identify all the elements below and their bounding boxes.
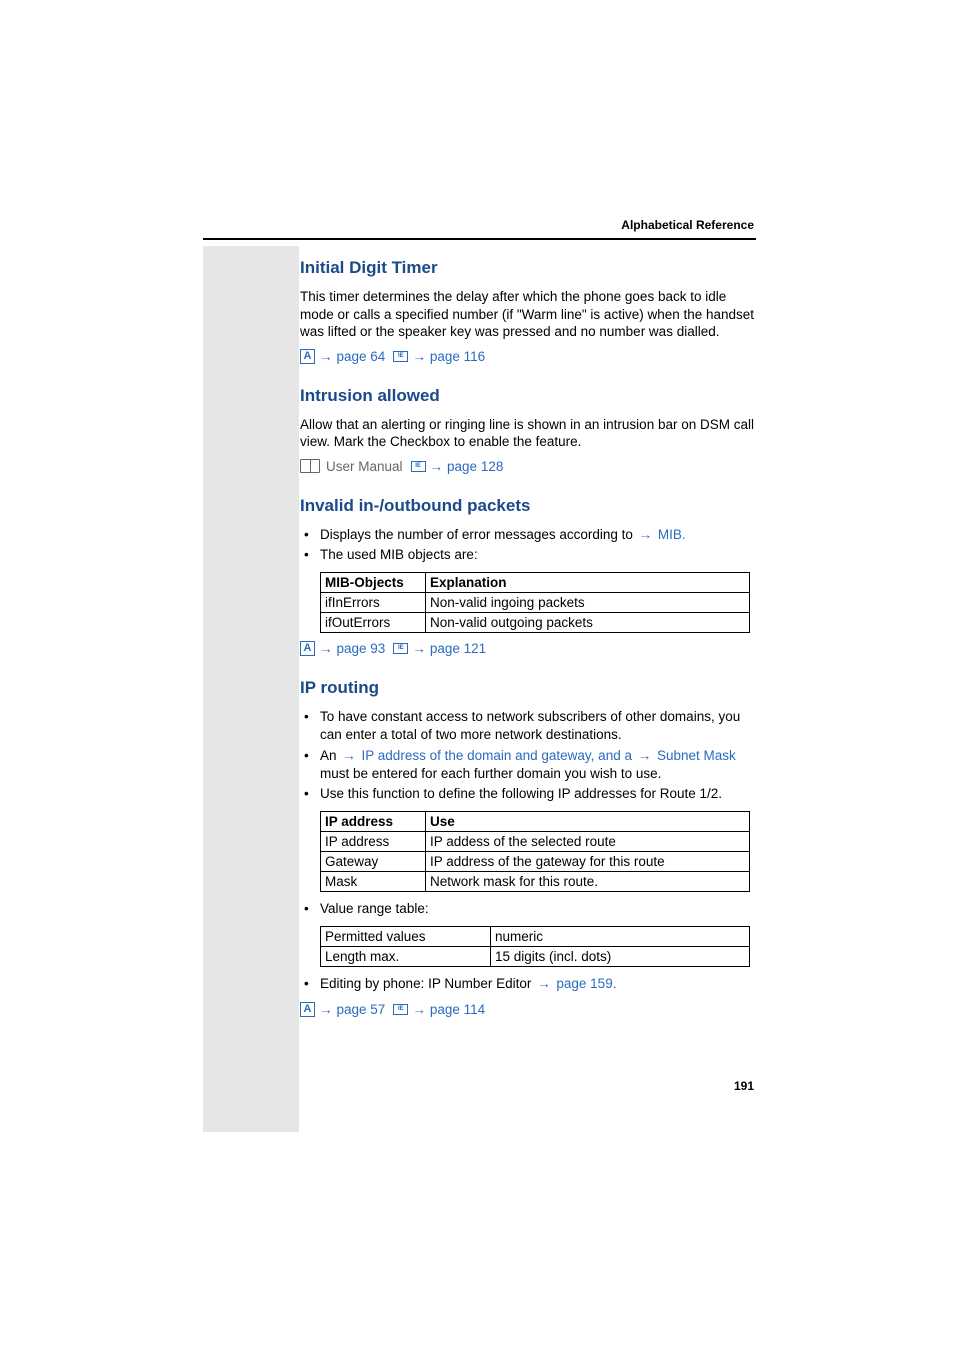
heading-invalid-packets: Invalid in-/outbound packets <box>300 496 755 516</box>
table-cell: 15 digits (incl. dots) <box>491 947 750 967</box>
web-icon: IE <box>393 351 408 362</box>
link-page-159[interactable]: page 159. <box>556 976 616 991</box>
user-manual-label: User Manual <box>322 459 403 474</box>
table-cell: IP address of the gateway for this route <box>426 852 750 872</box>
sidebar-background <box>203 246 299 1132</box>
table-cell: numeric <box>491 927 750 947</box>
link-mib[interactable]: MIB. <box>658 527 686 542</box>
table-header: IP address <box>321 812 426 832</box>
arrow-icon: → <box>410 349 428 364</box>
text: must be entered for each further domain … <box>320 766 661 781</box>
list-item: Displays the number of error messages ac… <box>300 526 755 544</box>
web-icon: IE <box>393 1004 408 1015</box>
table-cell: Length max. <box>321 947 491 967</box>
link-page-114[interactable]: page 114 <box>430 1002 485 1017</box>
table-cell: Mask <box>321 872 426 892</box>
web-icon: IE <box>411 461 426 472</box>
arrow-icon: → <box>317 349 335 364</box>
link-ip-address[interactable]: IP address of the domain and gateway, an… <box>362 748 636 763</box>
para-intrusion-allowed: Allow that an alerting or ringing line i… <box>300 416 755 451</box>
list-item: Editing by phone: IP Number Editor → pag… <box>300 975 755 993</box>
list-item: Use this function to define the followin… <box>300 785 755 803</box>
table-header: Explanation <box>426 573 750 593</box>
admin-icon: A <box>300 641 315 656</box>
table-header: MIB-Objects <box>321 573 426 593</box>
link-subnet-mask[interactable]: Subnet Mask <box>657 748 736 763</box>
web-icon: IE <box>393 643 408 654</box>
page-header: Alphabetical Reference <box>621 218 754 232</box>
table-cell: Permitted values <box>321 927 491 947</box>
text: Editing by phone: IP Number Editor <box>320 976 535 991</box>
list-item: The used MIB objects are: <box>300 546 755 564</box>
arrow-icon: → <box>410 1002 428 1017</box>
text: An <box>320 748 340 763</box>
table-value-range: Permitted values numeric Length max. 15 … <box>320 926 750 967</box>
table-header: Use <box>426 812 750 832</box>
link-page-64[interactable]: page 64 <box>337 349 386 364</box>
page-number: 191 <box>734 1079 754 1093</box>
link-page-128[interactable]: page 128 <box>447 459 503 474</box>
arrow-icon: → <box>317 1002 335 1017</box>
arrow-icon: → <box>428 459 446 474</box>
list-item: To have constant access to network subsc… <box>300 708 755 744</box>
arrow-icon: → <box>340 748 358 763</box>
admin-icon: A <box>300 1002 315 1017</box>
arrow-icon: → <box>637 527 655 542</box>
link-page-121[interactable]: page 121 <box>430 641 486 656</box>
heading-intrusion-allowed: Intrusion allowed <box>300 386 755 406</box>
table-ip-address: IP address Use IP address IP addess of t… <box>320 811 750 892</box>
book-icon <box>300 459 320 473</box>
list-item: Value range table: <box>300 900 755 918</box>
admin-icon: A <box>300 349 315 364</box>
table-cell: Non-valid outgoing packets <box>426 613 750 633</box>
table-cell: ifOutErrors <box>321 613 426 633</box>
heading-ip-routing: IP routing <box>300 678 755 698</box>
link-page-93[interactable]: page 93 <box>337 641 386 656</box>
table-cell: Gateway <box>321 852 426 872</box>
arrow-icon: → <box>535 976 553 991</box>
heading-initial-digit-timer: Initial Digit Timer <box>300 258 755 278</box>
table-cell: Network mask for this route. <box>426 872 750 892</box>
header-rule <box>203 238 756 240</box>
list-item: An → IP address of the domain and gatewa… <box>300 747 755 783</box>
arrow-icon: → <box>636 748 654 763</box>
table-cell: ifInErrors <box>321 593 426 613</box>
arrow-icon: → <box>317 641 335 656</box>
para-initial-digit-timer: This timer determines the delay after wh… <box>300 288 755 341</box>
link-page-116[interactable]: page 116 <box>430 349 485 364</box>
table-cell: IP addess of the selected route <box>426 832 750 852</box>
table-cell: Non-valid ingoing packets <box>426 593 750 613</box>
table-cell: IP address <box>321 832 426 852</box>
link-page-57[interactable]: page 57 <box>337 1002 386 1017</box>
table-mib-objects: MIB-Objects Explanation ifInErrors Non-v… <box>320 572 750 633</box>
text: Displays the number of error messages ac… <box>320 527 637 542</box>
arrow-icon: → <box>410 641 428 656</box>
